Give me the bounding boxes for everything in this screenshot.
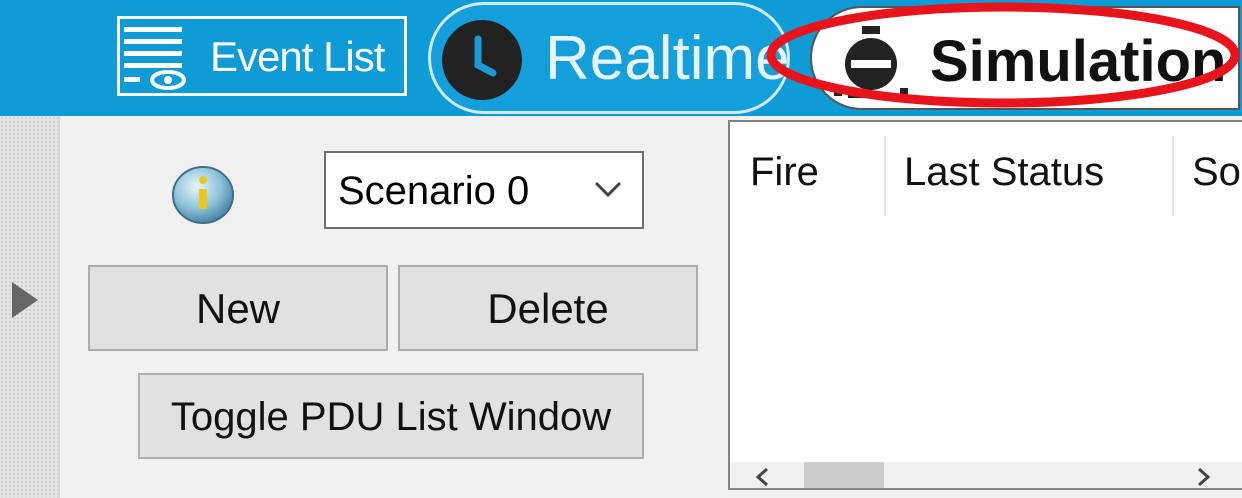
scroll-right-icon[interactable] xyxy=(1192,466,1214,488)
column-separator xyxy=(1172,136,1174,216)
toggle-pdu-list-button[interactable]: Toggle PDU List Window xyxy=(138,373,644,459)
horizontal-scrollbar[interactable] xyxy=(730,462,1242,488)
list-icon xyxy=(124,27,186,90)
info-icon[interactable] xyxy=(170,165,236,225)
column-header-last-status[interactable]: Last Status xyxy=(904,122,1104,214)
column-header-fire[interactable]: Fire xyxy=(750,122,819,214)
scroll-left-icon[interactable] xyxy=(752,466,774,488)
new-button[interactable]: New xyxy=(88,265,388,351)
scrollbar-thumb[interactable] xyxy=(804,462,884,488)
scenario-select-value: Scenario 0 xyxy=(338,169,530,213)
tab-simulation-label: Simulation xyxy=(930,29,1227,94)
tab-event-list-label: Event List xyxy=(210,33,385,80)
tab-event-list[interactable]: Event List xyxy=(117,16,407,96)
chevron-down-icon xyxy=(594,181,622,198)
column-header-so[interactable]: So xyxy=(1192,122,1241,214)
scenario-select[interactable]: Scenario 0 xyxy=(324,151,644,229)
clock-icon xyxy=(442,20,522,100)
tab-realtime-label: Realtime xyxy=(545,24,790,93)
delete-button[interactable]: Delete xyxy=(398,265,698,351)
tab-simulation[interactable]: Simulation xyxy=(810,6,1240,110)
tab-realtime[interactable]: Realtime xyxy=(428,2,790,114)
collapsed-side-strip xyxy=(0,116,60,498)
expand-arrow-icon[interactable] xyxy=(12,282,38,318)
top-toolbar: Event List Realtime Simulation xyxy=(0,0,1242,116)
simulation-icon xyxy=(834,26,908,98)
column-separator xyxy=(884,136,886,216)
pdu-table: Fire Last Status So xyxy=(728,120,1242,490)
